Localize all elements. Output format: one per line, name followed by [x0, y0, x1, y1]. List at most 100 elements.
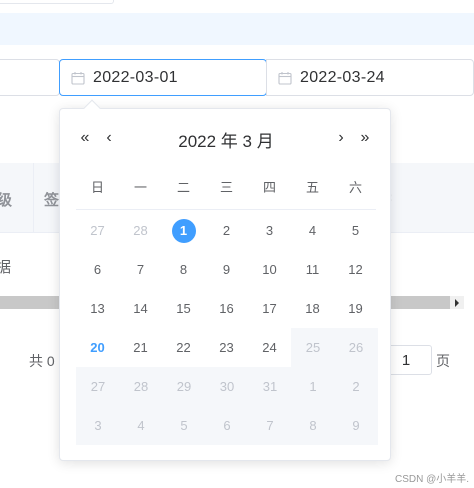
day-number: 9 [222, 262, 231, 277]
day-cell[interactable]: 16 [205, 289, 248, 328]
day-number: 18 [305, 301, 320, 316]
caret-right-icon[interactable] [450, 296, 464, 309]
day-cell[interactable]: 12 [334, 250, 377, 289]
day-cell[interactable]: 4 [291, 211, 334, 250]
day-cell[interactable]: 19 [334, 289, 377, 328]
day-number: 4 [137, 418, 145, 433]
day-cell[interactable]: 24 [248, 328, 291, 367]
day-cell: 3 [76, 406, 120, 445]
watermark: CSDN @小羊羊. [395, 474, 470, 485]
day-cell: 4 [119, 406, 163, 445]
day-number: 27 [90, 379, 106, 394]
day-number: 13 [90, 301, 105, 316]
day-number: 1 [171, 218, 196, 243]
next-year-button[interactable]: » [354, 123, 376, 153]
day-number: 12 [348, 262, 363, 277]
day-number: 1 [309, 379, 317, 394]
day-number: 5 [180, 418, 188, 433]
day-number: 9 [352, 418, 360, 433]
day-cell[interactable]: 9 [205, 250, 248, 289]
day-cell[interactable]: 27 [76, 211, 119, 250]
day-number: 28 [133, 223, 148, 238]
day-cell[interactable]: 10 [248, 250, 291, 289]
day-number: 5 [351, 223, 360, 238]
day-cell[interactable]: 23 [205, 328, 248, 367]
table-cell: 据 [0, 259, 12, 276]
day-cell[interactable]: 11 [291, 250, 334, 289]
day-cell[interactable]: 18 [291, 289, 334, 328]
day-number: 28 [133, 379, 149, 394]
weekday-label: 三 [219, 180, 233, 195]
day-number: 19 [348, 301, 363, 316]
day-cell[interactable]: 14 [119, 289, 162, 328]
day-number: 7 [136, 262, 145, 277]
day-cell[interactable]: 15 [162, 289, 205, 328]
weekday-label: 日 [90, 180, 104, 195]
day-number: 20 [90, 340, 105, 355]
day-cell[interactable]: 6 [76, 250, 119, 289]
day-cell[interactable]: 21 [119, 328, 162, 367]
weekday-label: 二 [176, 180, 190, 195]
day-cell[interactable]: 5 [334, 211, 377, 250]
column-header[interactable]: 级 [0, 189, 12, 210]
day-cell: 27 [76, 367, 120, 406]
day-number: 27 [90, 223, 105, 238]
day-cell: 30 [205, 367, 249, 406]
picker-header: 2022 年 3 月 « ‹ › » [60, 123, 392, 153]
info-strip [0, 13, 474, 45]
day-cell[interactable]: 22 [162, 328, 205, 367]
end-date-input[interactable]: 2022-03-24 [266, 59, 474, 96]
day-number: 14 [133, 301, 148, 316]
day-number: 15 [176, 301, 191, 316]
day-number: 3 [94, 418, 102, 433]
calendar-icon [71, 71, 85, 85]
day-cell[interactable]: 13 [76, 289, 119, 328]
left-input-partial[interactable] [0, 59, 60, 96]
day-number: 10 [262, 262, 277, 277]
day-number: 21 [133, 340, 148, 355]
day-cell[interactable]: 7 [119, 250, 162, 289]
day-cell[interactable]: 17 [248, 289, 291, 328]
start-date-value: 2022-03-01 [93, 68, 178, 86]
day-number: 31 [262, 379, 278, 394]
day-cell[interactable]: 2 [205, 211, 248, 250]
day-cell: 1 [291, 367, 335, 406]
start-date-input[interactable]: 2022-03-01 [59, 59, 267, 96]
prev-month-button[interactable]: ‹ [98, 123, 120, 153]
day-cell[interactable]: 8 [162, 250, 205, 289]
day-cell[interactable]: 3 [248, 211, 291, 250]
day-cell[interactable]: 28 [119, 211, 162, 250]
weekday-label: 五 [305, 180, 319, 195]
day-number: 22 [176, 340, 191, 355]
weekday-label: 六 [348, 180, 362, 195]
pagination-total: 共 0 [29, 353, 55, 369]
day-cell: 5 [162, 406, 206, 445]
weekday-label: 一 [133, 180, 147, 195]
day-number: 2 [222, 223, 231, 238]
day-cell: 25 [291, 328, 335, 367]
pagination-unit: 页 [436, 353, 450, 369]
day-cell: 8 [291, 406, 335, 445]
prev-year-button[interactable]: « [74, 123, 96, 153]
day-cell: 9 [334, 406, 378, 445]
top-control-edge [0, 0, 114, 4]
day-number: 4 [308, 223, 317, 238]
day-cell-today[interactable]: 20 [76, 328, 119, 367]
day-number: 7 [266, 418, 274, 433]
column-header[interactable]: 签 [44, 189, 59, 210]
day-number: 25 [305, 340, 321, 355]
next-month-button[interactable]: › [330, 123, 352, 153]
date-picker-panel: 2022 年 3 月 « ‹ › » 日 一 二 三 四 五 六 27 28 1 2 3… [59, 108, 391, 461]
day-cell: 26 [334, 328, 378, 367]
day-cell: 28 [119, 367, 163, 406]
day-number: 24 [262, 340, 277, 355]
end-date-value: 2022-03-24 [300, 68, 385, 86]
day-number: 23 [219, 340, 234, 355]
day-number: 30 [219, 379, 235, 394]
day-number: 16 [219, 301, 234, 316]
day-number: 29 [176, 379, 192, 394]
day-number: 6 [93, 262, 102, 277]
weekday-header: 日 一 二 三 四 五 六 [76, 177, 376, 197]
day-cell: 29 [162, 367, 206, 406]
day-cell-selected[interactable]: 1 [162, 211, 205, 250]
